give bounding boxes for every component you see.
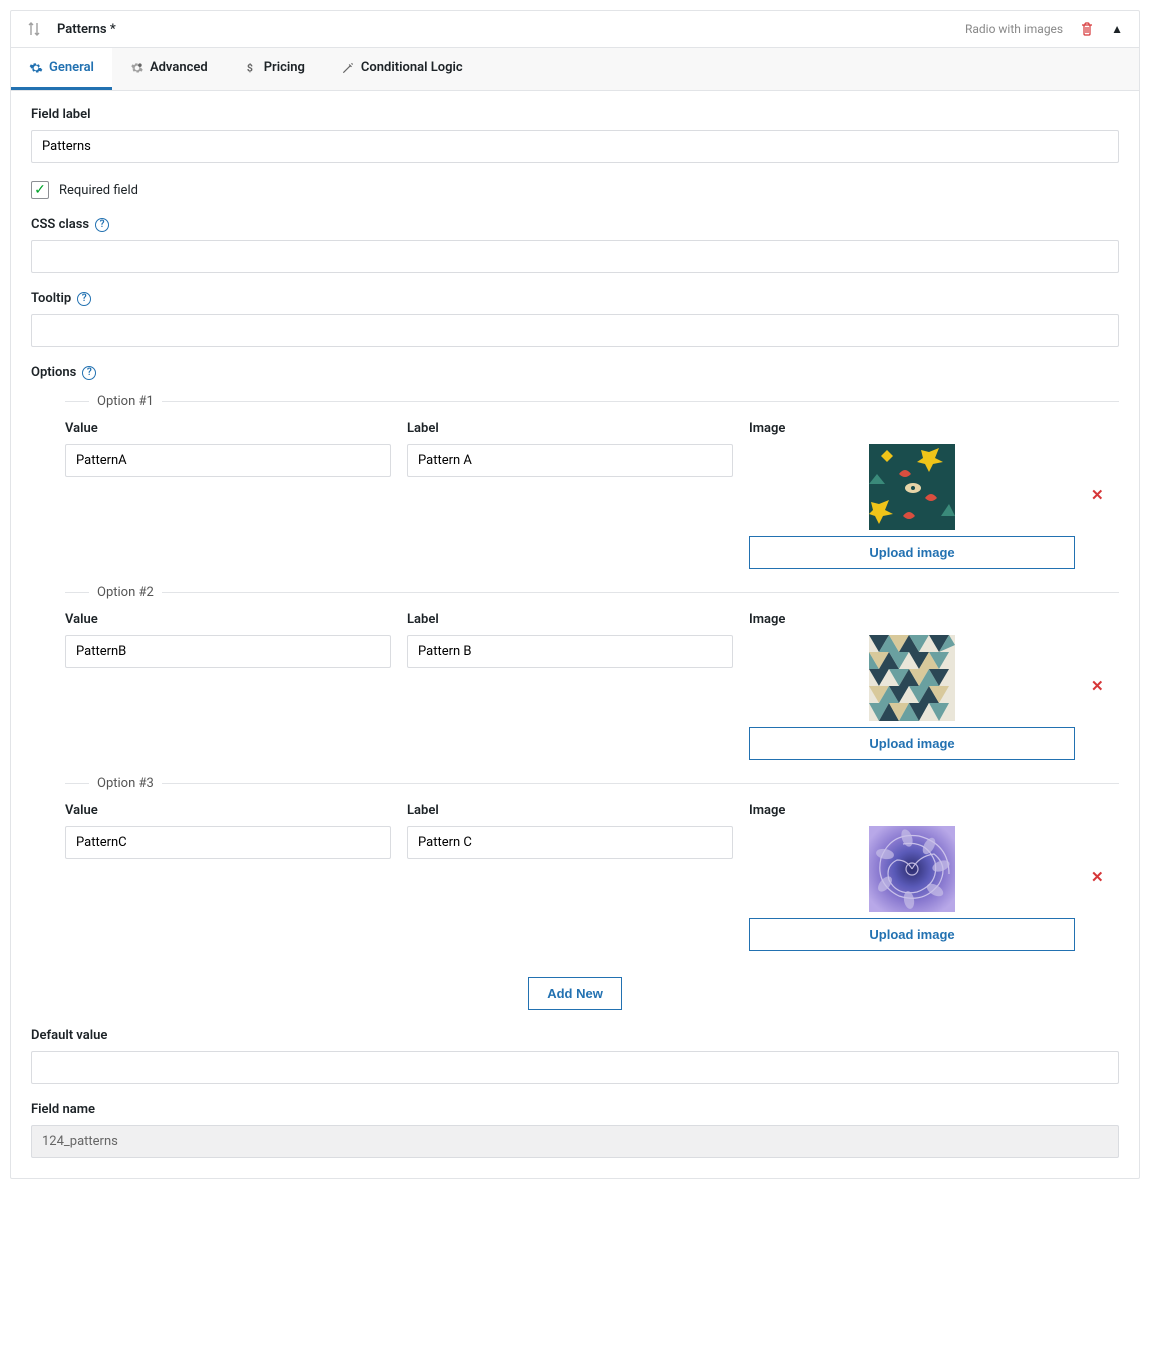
image-label: Image bbox=[749, 612, 1075, 627]
options-container: Option #1 Value Label Image bbox=[31, 394, 1119, 967]
default-value-label: Default value bbox=[31, 1028, 1119, 1043]
option-1: Option #1 Value Label Image bbox=[65, 394, 1119, 585]
options-label: Options bbox=[31, 365, 76, 380]
css-class-group: CSS class ? bbox=[31, 217, 1119, 273]
image-label: Image bbox=[749, 803, 1075, 818]
option-3: Option #3 Value Label Image bbox=[65, 776, 1119, 967]
tab-label: Pricing bbox=[264, 60, 305, 75]
help-icon[interactable]: ? bbox=[82, 366, 96, 380]
default-value-group: Default value bbox=[31, 1028, 1119, 1084]
tab-conditional[interactable]: Conditional Logic bbox=[323, 48, 481, 90]
panel-body: Field label ✓ Required field CSS class ?… bbox=[11, 91, 1139, 1178]
option-label-input[interactable] bbox=[407, 635, 733, 668]
delete-option-icon[interactable]: ✕ bbox=[1091, 486, 1119, 504]
value-label: Value bbox=[65, 421, 391, 436]
label-label: Label bbox=[407, 803, 733, 818]
required-label: Required field bbox=[59, 183, 138, 198]
option-2: Option #2 Value Label Image bbox=[65, 585, 1119, 776]
css-class-input[interactable] bbox=[31, 240, 1119, 273]
default-value-input[interactable] bbox=[31, 1051, 1119, 1084]
option-value-input[interactable] bbox=[65, 826, 391, 859]
option-value-input[interactable] bbox=[65, 444, 391, 477]
dollar-icon: $ bbox=[244, 61, 258, 75]
field-label-label: Field label bbox=[31, 107, 1119, 122]
upload-image-button[interactable]: Upload image bbox=[749, 727, 1075, 760]
tab-advanced[interactable]: Advanced bbox=[112, 48, 226, 90]
option-value-input[interactable] bbox=[65, 635, 391, 668]
label-label: Label bbox=[407, 421, 733, 436]
tab-label: Conditional Logic bbox=[361, 60, 463, 75]
drag-handle-icon[interactable] bbox=[27, 21, 41, 37]
option-legend: Option #2 bbox=[89, 585, 162, 600]
tooltip-input[interactable] bbox=[31, 314, 1119, 347]
trash-icon[interactable] bbox=[1079, 21, 1095, 37]
option-legend: Option #1 bbox=[89, 394, 162, 409]
wand-icon bbox=[341, 61, 355, 75]
sliders-icon bbox=[130, 61, 144, 75]
tooltip-group: Tooltip ? bbox=[31, 291, 1119, 347]
panel-header: Patterns * Radio with images ▲ bbox=[11, 11, 1139, 48]
field-name-group: Field name bbox=[31, 1102, 1119, 1158]
field-label-group: Field label bbox=[31, 107, 1119, 163]
option-thumbnail bbox=[869, 826, 955, 912]
svg-text:$: $ bbox=[247, 61, 253, 74]
tab-general[interactable]: General bbox=[11, 48, 112, 90]
css-class-label: CSS class bbox=[31, 217, 89, 232]
option-thumbnail bbox=[869, 444, 955, 530]
label-label: Label bbox=[407, 612, 733, 627]
delete-option-icon[interactable]: ✕ bbox=[1091, 677, 1119, 695]
upload-image-button[interactable]: Upload image bbox=[749, 918, 1075, 951]
field-name-label: Field name bbox=[31, 1102, 1119, 1117]
tabs: General Advanced $ Pricing Conditional L… bbox=[11, 48, 1139, 91]
option-legend: Option #3 bbox=[89, 776, 162, 791]
gear-icon bbox=[29, 61, 43, 75]
image-label: Image bbox=[749, 421, 1075, 436]
add-new-button[interactable]: Add New bbox=[528, 977, 622, 1010]
panel-title: Patterns * bbox=[57, 22, 965, 37]
tab-label: Advanced bbox=[150, 60, 208, 75]
help-icon[interactable]: ? bbox=[77, 292, 91, 306]
value-label: Value bbox=[65, 803, 391, 818]
field-panel: Patterns * Radio with images ▲ General A… bbox=[10, 10, 1140, 1179]
tooltip-label: Tooltip bbox=[31, 291, 71, 306]
required-checkbox[interactable]: ✓ bbox=[31, 181, 49, 199]
option-label-input[interactable] bbox=[407, 826, 733, 859]
upload-image-button[interactable]: Upload image bbox=[749, 536, 1075, 569]
help-icon[interactable]: ? bbox=[95, 218, 109, 232]
value-label: Value bbox=[65, 612, 391, 627]
delete-option-icon[interactable]: ✕ bbox=[1091, 868, 1119, 886]
collapse-icon[interactable]: ▲ bbox=[1111, 22, 1123, 36]
field-type-label: Radio with images bbox=[965, 22, 1063, 36]
tab-label: General bbox=[49, 60, 94, 75]
field-label-input[interactable] bbox=[31, 130, 1119, 163]
tab-pricing[interactable]: $ Pricing bbox=[226, 48, 323, 90]
required-row[interactable]: ✓ Required field bbox=[31, 181, 1119, 199]
option-thumbnail bbox=[869, 635, 955, 721]
field-name-input bbox=[31, 1125, 1119, 1158]
option-label-input[interactable] bbox=[407, 444, 733, 477]
